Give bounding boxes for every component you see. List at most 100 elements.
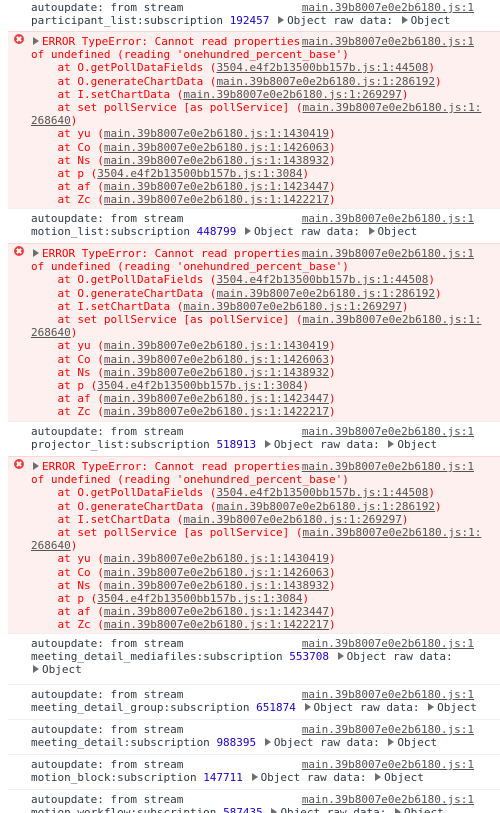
stack-frame: at p (3504.e4f2b13500bb157b.js:1:3084) (31, 167, 497, 180)
stack-location-link[interactable]: main.39b8007e0e2b6180.js:1:286192 (216, 287, 435, 300)
source-link[interactable]: main.39b8007e0e2b6180.js:1 (302, 688, 474, 701)
source-link[interactable]: main.39b8007e0e2b6180.js:1 (302, 247, 474, 260)
stack-location-link[interactable]: main.39b8007e0e2b6180.js:1:1426063 (104, 141, 329, 154)
stack-location-link[interactable]: 268640 (31, 539, 71, 552)
object-toggle[interactable]: Object (347, 650, 393, 663)
expand-error-arrow-icon[interactable] (33, 462, 39, 470)
expand-raw-arrow-icon[interactable] (375, 773, 382, 782)
stack-location-link[interactable]: main.39b8007e0e2b6180.js:1: (303, 313, 482, 326)
raw-object-toggle[interactable]: Object (378, 225, 418, 238)
stack-frame: at O.getPollDataFields (3504.e4f2b13500b… (31, 273, 497, 286)
stack-function: at Ns ( (31, 578, 104, 592)
stack-function: at p ( (31, 166, 98, 180)
stack-paren: ) (329, 605, 336, 619)
stack-frame: at I.setChartData (main.39b8007e0e2b6180… (31, 300, 497, 313)
log-payload-row: meeting_detail_mediafiles:subscription 5… (31, 650, 497, 663)
error-title-row: ERROR TypeError: Cannot read properties m… (31, 247, 497, 260)
source-link[interactable]: main.39b8007e0e2b6180.js:1 (302, 758, 474, 771)
console-log-message: autoupdate: from stream main.39b8007e0e2b… (8, 421, 500, 455)
stack-location-link[interactable]: main.39b8007e0e2b6180.js:1:1426063 (104, 566, 329, 579)
expand-raw-arrow-icon[interactable] (368, 227, 375, 236)
raw-object-toggle[interactable]: Object (404, 806, 444, 813)
source-link[interactable]: main.39b8007e0e2b6180.js:1 (302, 1, 474, 14)
stack-location-link[interactable]: main.39b8007e0e2b6180.js:1:1430419 (104, 127, 329, 140)
stack-location-link[interactable]: 3504.e4f2b13500bb157b.js:1:44508 (216, 61, 428, 74)
expand-object-arrow-icon[interactable] (304, 703, 311, 712)
expand-raw-arrow-icon[interactable] (33, 665, 39, 674)
expand-error-arrow-icon[interactable] (33, 37, 39, 45)
stack-location-link[interactable]: main.39b8007e0e2b6180.js:1:1423447 (104, 180, 329, 193)
elapsed-count: 147711 (203, 771, 243, 785)
stack-location-link[interactable]: 3504.e4f2b13500bb157b.js:1:44508 (216, 486, 428, 499)
raw-object-toggle[interactable]: Object (42, 663, 82, 676)
expand-object-arrow-icon[interactable] (244, 227, 251, 236)
object-toggle[interactable]: Object (274, 438, 320, 451)
expand-object-arrow-icon[interactable] (337, 652, 344, 661)
stack-location-link[interactable]: main.39b8007e0e2b6180.js:1:286192 (216, 500, 435, 513)
stack-location-link[interactable]: main.39b8007e0e2b6180.js:1:269297 (183, 88, 402, 101)
source-link[interactable]: main.39b8007e0e2b6180.js:1 (302, 637, 474, 650)
stack-location-link[interactable]: 268640 (31, 114, 71, 127)
stack-location-link[interactable]: main.39b8007e0e2b6180.js:1:269297 (183, 513, 402, 526)
stack-location-link[interactable]: main.39b8007e0e2b6180.js:1:1438932 (104, 366, 329, 379)
stack-location-link[interactable]: main.39b8007e0e2b6180.js:1:1423447 (104, 392, 329, 405)
stack-location-link[interactable]: main.39b8007e0e2b6180.js:1:1438932 (104, 579, 329, 592)
object-toggle[interactable]: Object (274, 736, 320, 749)
stack-location-link[interactable]: main.39b8007e0e2b6180.js:1:1423447 (104, 605, 329, 618)
stack-location-link[interactable]: 3504.e4f2b13500bb157b.js:1:3084 (97, 167, 302, 180)
expand-object-arrow-icon[interactable] (264, 738, 271, 747)
subscription-name: participant_list:subscription (31, 14, 230, 28)
subscription-name: motion_block:subscription (31, 771, 204, 785)
expand-error-arrow-icon[interactable] (33, 249, 39, 257)
expand-raw-arrow-icon[interactable] (388, 738, 395, 747)
console-log-message: autoupdate: from stream main.39b8007e0e2b… (8, 789, 500, 813)
stack-location-link[interactable]: 3504.e4f2b13500bb157b.js:1:3084 (97, 379, 302, 392)
source-link[interactable]: main.39b8007e0e2b6180.js:1 (302, 460, 474, 473)
expand-raw-arrow-icon[interactable] (428, 703, 435, 712)
source-link[interactable]: main.39b8007e0e2b6180.js:1 (302, 793, 474, 806)
expand-object-arrow-icon[interactable] (278, 16, 285, 25)
expand-object-arrow-icon[interactable] (271, 808, 278, 813)
raw-object-toggle[interactable]: Object (411, 14, 451, 27)
object-toggle[interactable]: Object (280, 806, 326, 813)
stack-location-link[interactable]: main.39b8007e0e2b6180.js:1: (303, 526, 482, 539)
stack-location-link[interactable]: main.39b8007e0e2b6180.js:1:269297 (183, 300, 402, 313)
stack-location-link[interactable]: 268640 (31, 326, 71, 339)
source-link[interactable]: main.39b8007e0e2b6180.js:1 (302, 425, 474, 438)
console-error-message: ERROR TypeError: Cannot read properties m… (8, 31, 500, 210)
expand-raw-arrow-icon[interactable] (395, 808, 402, 813)
source-link[interactable]: main.39b8007e0e2b6180.js:1 (302, 723, 474, 736)
raw-object-toggle[interactable]: Object (384, 771, 424, 784)
stack-location-link[interactable]: main.39b8007e0e2b6180.js:1:1430419 (104, 339, 329, 352)
stack-location-link[interactable]: main.39b8007e0e2b6180.js:1:1438932 (104, 154, 329, 167)
expand-raw-arrow-icon[interactable] (401, 16, 408, 25)
expand-object-arrow-icon[interactable] (264, 440, 271, 449)
console-log-message: autoupdate: from stream main.39b8007e0e2b… (8, 684, 500, 718)
stack-location-link[interactable]: main.39b8007e0e2b6180.js:1: (303, 101, 482, 114)
stack-location-link[interactable]: 3504.e4f2b13500bb157b.js:1:3084 (97, 592, 302, 605)
raw-object-toggle[interactable]: Object (397, 438, 437, 451)
source-link[interactable]: main.39b8007e0e2b6180.js:1 (302, 212, 474, 225)
elapsed-count: 553708 (289, 650, 330, 664)
expand-raw-arrow-icon[interactable] (388, 440, 395, 449)
stack-location-link[interactable]: 3504.e4f2b13500bb157b.js:1:44508 (216, 273, 428, 286)
object-toggle[interactable]: Object (287, 14, 333, 27)
raw-object-toggle[interactable]: Object (437, 701, 477, 714)
stack-paren: ) (329, 339, 336, 353)
stack-paren: ) (401, 512, 409, 526)
stack-location-link[interactable]: main.39b8007e0e2b6180.js:1:1422217 (104, 618, 329, 631)
stack-location-link[interactable]: main.39b8007e0e2b6180.js:1:1430419 (104, 552, 329, 565)
stack-function: at set pollService [as pollService] ( (31, 525, 303, 539)
stack-function: at I.setChartData ( (31, 299, 184, 313)
source-link[interactable]: main.39b8007e0e2b6180.js:1 (302, 35, 474, 48)
object-toggle[interactable]: Object (254, 225, 300, 238)
stack-function: at O.generateChartData ( (31, 286, 217, 300)
stack-location-link[interactable]: main.39b8007e0e2b6180.js:1:1426063 (104, 353, 329, 366)
stack-location-link[interactable]: main.39b8007e0e2b6180.js:1:1422217 (104, 405, 329, 418)
object-toggle[interactable]: Object (261, 771, 307, 784)
stack-location-link[interactable]: main.39b8007e0e2b6180.js:1:286192 (216, 75, 435, 88)
object-toggle[interactable]: Object (314, 701, 360, 714)
expand-object-arrow-icon[interactable] (251, 773, 258, 782)
stack-location-link[interactable]: main.39b8007e0e2b6180.js:1:1422217 (104, 193, 329, 206)
raw-object-toggle[interactable]: Object (397, 736, 437, 749)
